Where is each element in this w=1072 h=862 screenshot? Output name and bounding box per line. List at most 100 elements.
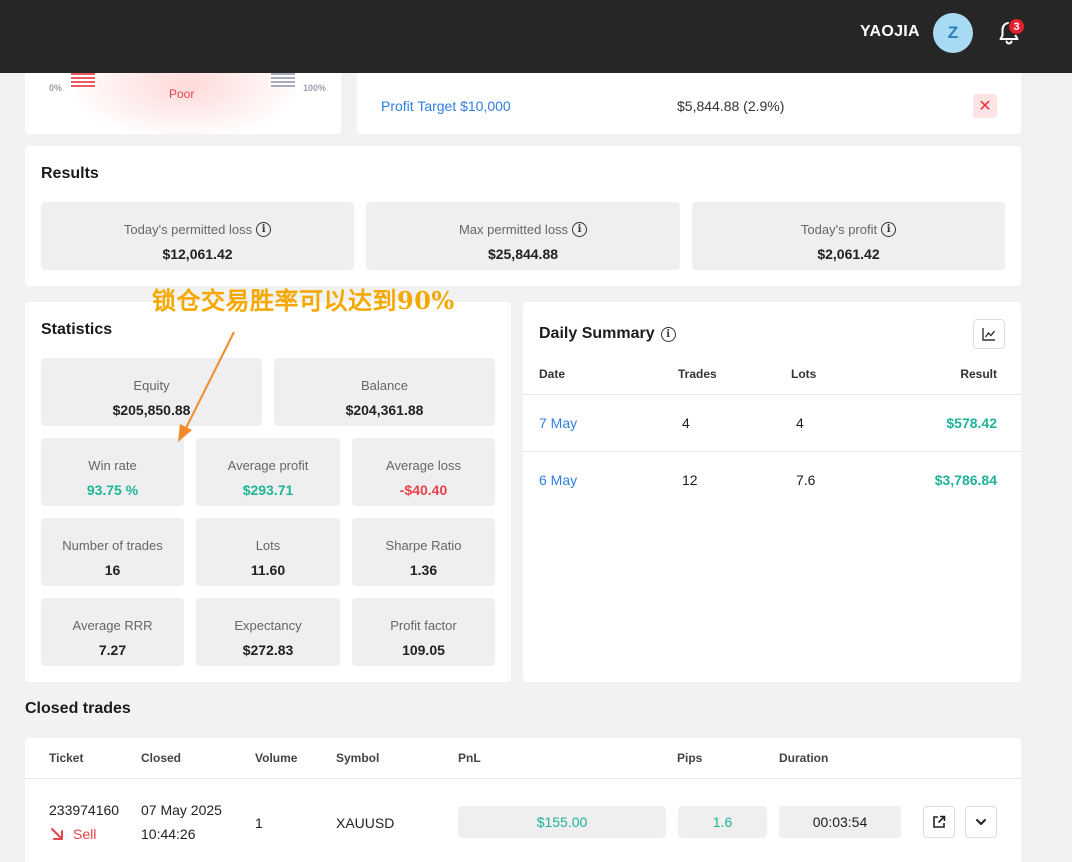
- statistics-title: Statistics: [41, 321, 113, 338]
- stat-value: $25,844.88: [487, 246, 559, 262]
- arrow-down-right-icon: [51, 828, 63, 840]
- column-header-lots[interactable]: Lots: [791, 367, 816, 381]
- stat-value: -$40.40: [399, 482, 448, 498]
- lots-value: 4: [796, 415, 804, 431]
- stat-value: 11.60: [250, 562, 286, 578]
- table-row[interactable]: 7 May 4 4 $578.42: [523, 394, 1021, 451]
- trades-value: 4: [682, 415, 690, 431]
- gauge-min-label: 0%: [49, 83, 63, 93]
- closed-time: 10:44:26: [141, 826, 196, 842]
- result-value: $578.42: [946, 415, 997, 431]
- column-header-closed[interactable]: Closed: [141, 751, 181, 765]
- average-profit-stat: Average profit $293.71: [196, 438, 340, 506]
- stat-label: Sharpe Ratio: [385, 538, 462, 553]
- stat-label: Average RRR: [72, 618, 153, 633]
- expectancy-stat: Expectancy $272.83: [196, 598, 340, 666]
- results-title: Results: [41, 165, 99, 182]
- open-trade-button[interactable]: [923, 806, 955, 838]
- column-header-trades[interactable]: Trades: [678, 367, 717, 381]
- trade-side: Sell: [73, 826, 97, 842]
- stat-label: Today's permitted loss: [123, 222, 253, 237]
- top-bar: YAOJIA Z 3: [0, 0, 1072, 73]
- stat-value: $12,061.42: [162, 246, 233, 262]
- pnl-value: $155.00: [458, 806, 666, 838]
- win-rate-stat: Win rate 93.75 %: [41, 438, 184, 506]
- volume-value: 1: [255, 815, 263, 831]
- column-header-pnl[interactable]: PnL: [458, 751, 481, 765]
- stat-value: 109.05: [402, 642, 445, 658]
- stat-value: 16: [104, 562, 121, 578]
- gauge-rating: Poor: [169, 87, 195, 101]
- pips-value: 1.6: [678, 806, 767, 838]
- lots-value: 7.6: [796, 472, 816, 488]
- gauge-max-label: 100%: [303, 83, 327, 93]
- average-rrr-stat: Average RRR 7.27: [41, 598, 184, 666]
- chart-view-button[interactable]: [973, 319, 1005, 349]
- lots-stat: Lots 11.60: [196, 518, 340, 586]
- trades-value: 12: [682, 472, 698, 488]
- date-link[interactable]: 7 May: [539, 415, 577, 431]
- result-value: $3,786.84: [934, 472, 997, 488]
- closed-trades-table: Ticket Closed Volume Symbol PnL Pips Dur…: [25, 738, 1021, 862]
- line-chart-icon: [982, 328, 996, 341]
- daily-summary-header: Daily Summary i: [539, 325, 676, 343]
- duration-value: 00:03:54: [779, 806, 901, 838]
- number-of-trades-stat: Number of trades 16: [41, 518, 184, 586]
- gauge-low-segment: [71, 73, 95, 87]
- column-header-result[interactable]: Result: [960, 367, 997, 381]
- info-icon[interactable]: i: [881, 222, 897, 237]
- column-header-ticket[interactable]: Ticket: [49, 751, 83, 765]
- notification-badge: 3: [1008, 18, 1025, 35]
- stat-label: Balance: [361, 378, 408, 393]
- header-divider: [25, 778, 1021, 779]
- max-permitted-loss: Max permitted loss i $25,844.88: [366, 202, 680, 270]
- stat-label: Average loss: [386, 458, 461, 473]
- column-header-volume[interactable]: Volume: [255, 751, 297, 765]
- sharpe-ratio-stat: Sharpe Ratio 1.36: [352, 518, 495, 586]
- closed-trades-title: Closed trades: [25, 700, 131, 717]
- info-icon[interactable]: i: [572, 222, 588, 237]
- stat-value: $272.83: [242, 642, 294, 658]
- stat-value: 7.27: [98, 642, 127, 658]
- results-card: Results Today's permitted loss i $12,061.…: [25, 146, 1021, 286]
- chevron-down-icon: [976, 819, 986, 825]
- annotation-text: 锁仓交易胜率可以达到90%: [152, 286, 455, 315]
- stat-label: Profit factor: [390, 618, 457, 633]
- external-link-icon: [933, 815, 946, 828]
- info-icon[interactable]: i: [660, 326, 676, 342]
- todays-profit: Today's profit i $2,061.42: [692, 202, 1005, 270]
- daily-summary-card: Daily Summary i Date Trades Lots Result …: [523, 302, 1021, 682]
- avatar[interactable]: Z: [933, 13, 973, 53]
- status-failed-icon: ✕: [973, 94, 997, 118]
- stat-label: Max permitted loss: [458, 222, 569, 237]
- stat-value: $293.71: [242, 482, 294, 498]
- stat-label: Number of trades: [62, 538, 163, 553]
- column-header-date[interactable]: Date: [539, 367, 565, 381]
- balance-stat: Balance $204,361.88: [274, 358, 495, 426]
- stat-label: Average profit: [227, 458, 309, 473]
- expand-row-button[interactable]: [965, 806, 997, 838]
- username[interactable]: YAOJIA: [860, 23, 920, 41]
- stat-label: Today's profit: [800, 222, 878, 237]
- stat-label: Lots: [255, 538, 281, 553]
- column-header-duration[interactable]: Duration: [779, 751, 828, 765]
- stat-label: Expectancy: [234, 618, 302, 633]
- closed-date: 07 May 2025: [141, 802, 222, 818]
- table-row[interactable]: 6 May 12 7.6 $3,786.84: [523, 451, 1021, 508]
- profit-target-value: $5,844.88 (2.9%): [677, 98, 785, 114]
- daily-summary-title: Daily Summary: [539, 325, 655, 342]
- info-icon[interactable]: i: [256, 222, 272, 237]
- column-header-pips[interactable]: Pips: [677, 751, 702, 765]
- stat-value: $2,061.42: [817, 246, 880, 262]
- todays-permitted-loss: Today's permitted loss i $12,061.42: [41, 202, 354, 270]
- stat-value: 93.75 %: [86, 482, 139, 498]
- stat-value: $204,361.88: [345, 402, 424, 418]
- annotation-arrow-icon: [178, 331, 235, 442]
- column-header-symbol[interactable]: Symbol: [336, 751, 379, 765]
- profit-factor-stat: Profit factor 109.05: [352, 598, 495, 666]
- profit-target-link[interactable]: Profit Target $10,000: [381, 98, 511, 114]
- statistics-card: Statistics Equity $205,850.88 Balance $2…: [25, 302, 511, 682]
- ticket-number: 233974160: [49, 802, 120, 818]
- stat-value: 1.36: [409, 562, 438, 578]
- date-link[interactable]: 6 May: [539, 472, 577, 488]
